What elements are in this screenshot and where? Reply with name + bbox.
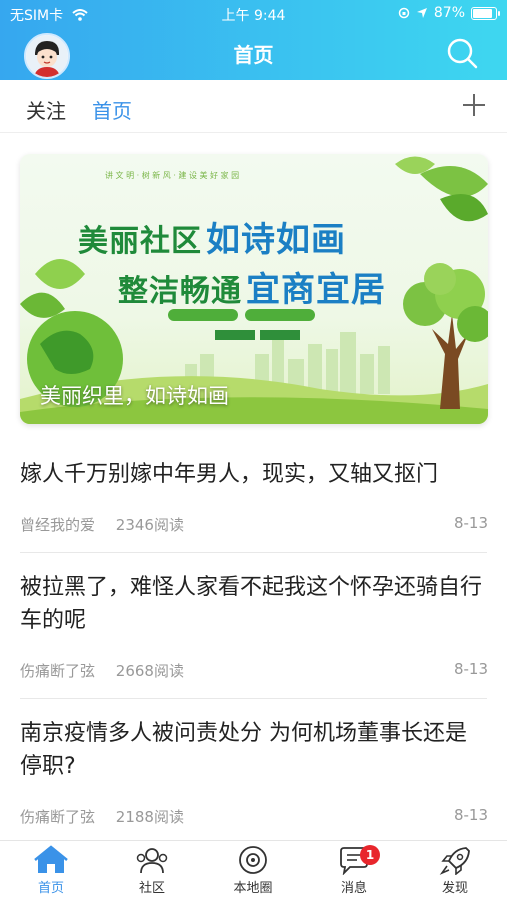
battery-percent: 87% [433,5,465,21]
tabbar-item-local[interactable]: 本地圈 [213,845,293,896]
top-tabs: 关注 首页 [0,80,507,133]
status-right: 87% [398,5,500,21]
search-icon[interactable] [445,36,479,70]
news-item[interactable]: 嫁人千万别嫁中年男人，现实，又轴又抠门 曾经我的爱 2346阅读 8-13 [20,458,488,534]
banner-headline-1: 美丽社区 如诗如画 [78,212,346,261]
status-bar: 无SIM卡 上午 9:44 87% [0,0,507,26]
tabbar-item-discover[interactable]: 发现 [415,845,495,896]
news-reads: 2188阅读 [115,808,184,826]
add-icon[interactable] [461,92,487,118]
divider [20,552,487,553]
news-date: 8-13 [453,806,488,824]
tabbar-item-home[interactable]: 首页 [11,845,91,896]
location-icon [416,8,427,18]
banner-headline-2-right: 宜商宜居 [246,270,386,310]
bottom-tab-bar: 首页 社区 本地圈 消息 1 发现 [0,840,507,901]
news-date: 8-13 [453,514,488,532]
tabbar-label: 社区 [138,881,165,896]
banner-headline-1-left: 美丽社区 [78,224,202,259]
news-meta: 伤痛断了弦 2188阅读 8-13 [20,806,488,827]
banner-headline-2: 整洁畅通 宜商宜居 [118,262,386,311]
banner-headline-1-right: 如诗如画 [206,220,346,260]
tab-follow[interactable]: 关注 [26,95,66,124]
banner[interactable]: 讲 文 明 · 树 新 风 · 建 设 美 好 家 园 美丽社区 如诗如画 整洁畅… [20,154,488,424]
rocket-icon [439,847,470,875]
app-header: 无SIM卡 上午 9:44 87% 首页 [0,0,507,80]
news-item[interactable]: 南京疫情多人被问责处分 为何机场董事长还是停职? 伤痛断了弦 2188阅读 8-… [20,717,488,826]
news-reads: 2346阅读 [115,516,184,534]
tabbar-label: 本地圈 [233,881,273,896]
tabbar-label: 消息 [340,881,367,896]
news-title[interactable]: 南京疫情多人被问责处分 为何机场董事长还是停职? [20,717,488,783]
news-reads: 2668阅读 [115,662,184,680]
news-author: 伤痛断了弦 [20,808,96,826]
news-title[interactable]: 被拉黑了，难怪人家看不起我这个怀孕还骑自行车的呢 [20,571,488,637]
battery-icon [471,6,500,20]
news-author: 曾经我的爱 [20,516,96,534]
home-icon [34,845,68,873]
community-icon [136,848,168,874]
message-badge: 1 [360,845,380,865]
tabbar-item-community[interactable]: 社区 [112,845,192,896]
tabbar-item-messages[interactable]: 消息 1 [314,845,394,896]
orientation-lock-icon [398,7,410,19]
tab-home[interactable]: 首页 [92,95,132,124]
tabbar-label: 发现 [441,881,468,896]
local-circle-icon [239,846,267,874]
svg-text:讲 文 明 · 树 新 风 · 建 设 美 好 家 园: 讲 文 明 · 树 新 风 · 建 设 美 好 家 园 [105,170,239,180]
banner-headline-2-left: 整洁畅通 [118,274,242,309]
banner-caption: 美丽织里，如诗如画 [40,384,229,408]
divider [20,698,487,699]
news-item[interactable]: 被拉黑了，难怪人家看不起我这个怀孕还骑自行车的呢 伤痛断了弦 2668阅读 8-… [20,571,488,680]
news-meta: 曾经我的爱 2346阅读 8-13 [20,514,488,535]
tabbar-label: 首页 [37,881,64,896]
news-title[interactable]: 嫁人千万别嫁中年男人，现实，又轴又抠门 [20,458,488,491]
news-author: 伤痛断了弦 [20,662,96,680]
news-meta: 伤痛断了弦 2668阅读 8-13 [20,660,488,681]
news-date: 8-13 [453,660,488,678]
page-title: 首页 [233,43,274,67]
